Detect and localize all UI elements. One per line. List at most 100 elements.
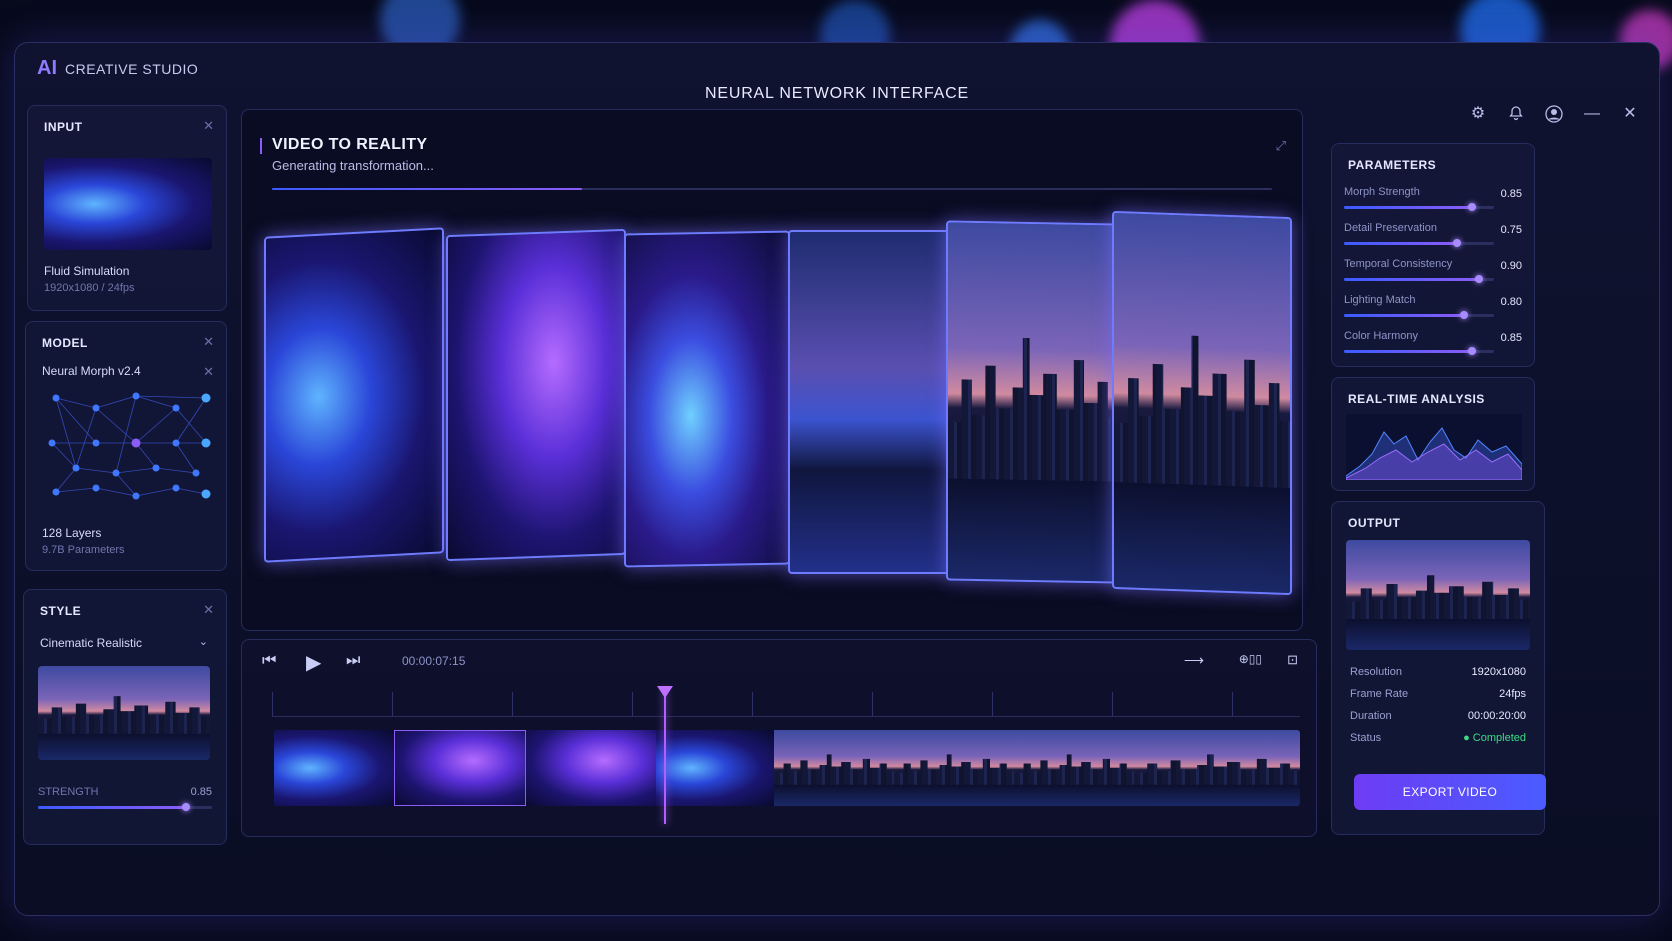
model-close-icon[interactable]: ✕ [203,334,214,350]
timeline-panel: ⏮ ▶ ⏭ 00:00:07:15 ⟶ ⊕▯▯ ⊡ [241,639,1317,837]
brand: AI CREATIVE STUDIO [37,57,198,80]
style-preview[interactable] [38,666,210,760]
param-label: Lighting Match [1344,294,1416,306]
parameters-header: PARAMETERS [1348,158,1437,172]
zoom-icon[interactable]: ⊕▯▯ [1239,652,1262,666]
analysis-header: REAL-TIME ANALYSIS [1348,392,1485,406]
slider-fill [1344,278,1479,281]
transformation-frame-6[interactable] [1112,210,1292,596]
strip-frame[interactable] [1014,730,1135,806]
output-header: OUTPUT [1348,516,1401,530]
strip-frame[interactable] [394,730,526,806]
play-icon[interactable]: ▶ [306,650,321,675]
preview-title: VIDEO TO REALITY [272,136,428,153]
param-color-harmony[interactable]: Color Harmony 0.85 [1344,330,1522,358]
style-close-icon[interactable]: ✕ [203,602,214,618]
arrow-right-icon[interactable]: ⟶ [1184,652,1204,669]
skip-forward-icon[interactable]: ⏭ [346,652,360,670]
filmstrip[interactable] [274,730,1300,806]
strip-frame[interactable] [274,730,395,806]
expand-icon[interactable]: ⤢ [1276,138,1286,154]
param-value: 0.85 [1500,188,1522,200]
model-name: Neural Morph v2.4 [42,364,141,378]
strip-frame[interactable] [774,730,895,806]
param-lighting-match[interactable]: Lighting Match 0.80 [1344,294,1522,322]
param-label: Color Harmony [1344,330,1418,342]
slider-knob[interactable] [1475,275,1483,283]
strength-slider[interactable] [38,803,212,811]
slider-knob[interactable] [1460,311,1468,319]
export-video-button[interactable]: EXPORT VIDEO [1354,774,1546,810]
slider-fill [1344,242,1457,245]
generation-progress [272,188,1272,190]
morph-strength-slider[interactable] [1344,203,1494,211]
color-harmony-slider[interactable] [1344,347,1494,355]
skip-back-icon[interactable]: ⏮ [262,652,276,670]
user-icon[interactable] [1545,105,1563,123]
model-panel: MODEL ✕ Neural Morph v2.4 ✕ 128 Layers 9… [25,321,227,571]
lighting-match-slider[interactable] [1344,311,1494,319]
model-remove-icon[interactable]: ✕ [203,364,214,380]
analysis-wave-graph [1346,414,1522,480]
slider-knob[interactable] [1452,239,1461,247]
timecode: 00:00:07:15 [402,654,466,668]
param-detail-preservation[interactable]: Detail Preservation 0.75 [1344,222,1522,250]
param-temporal-consistency[interactable]: Temporal Consistency 0.90 [1344,258,1522,286]
output-value: 00:00:20:00 [1467,710,1526,722]
transformation-frame-2[interactable] [446,228,626,562]
temporal-consistency-slider[interactable] [1344,275,1494,283]
param-morph-strength[interactable]: Morph Strength 0.85 [1344,186,1522,214]
output-value: 1920x1080 [1471,666,1526,678]
window-title: NEURAL NETWORK INTERFACE [705,85,969,102]
param-label: Temporal Consistency [1344,258,1453,270]
settings-icon[interactable]: ⚙ [1469,105,1487,123]
param-label: Morph Strength [1344,186,1420,198]
param-value: 0.90 [1500,260,1522,272]
slider-fill [1344,314,1464,317]
app-window: AI CREATIVE STUDIO NEURAL NETWORK INTERF… [14,42,1660,916]
output-preview[interactable] [1346,540,1530,650]
style-select[interactable]: Cinematic Realistic ⌄ [38,632,212,654]
timeline-ruler[interactable] [272,692,1300,717]
output-value: 24fps [1499,688,1526,700]
output-label: Frame Rate [1350,688,1409,700]
strip-frame[interactable] [894,730,1015,806]
input-close-icon[interactable]: ✕ [203,118,214,134]
input-panel: INPUT ✕ Fluid Simulation 1920x1080 / 24f… [27,105,227,311]
detail-preservation-slider[interactable] [1344,239,1494,247]
title-accent [260,138,262,154]
fullscreen-icon[interactable]: ⊡ [1287,652,1298,668]
strip-frame[interactable] [656,730,775,806]
chevron-down-icon: ⌄ [198,636,208,648]
transformation-frame-5[interactable] [946,220,1120,584]
minimize-icon[interactable]: — [1583,105,1601,123]
input-thumbnail[interactable] [44,158,212,250]
strip-frame[interactable] [1134,730,1300,806]
playhead-handle[interactable] [656,686,673,698]
slider-knob[interactable] [1467,347,1476,355]
style-panel: STYLE ✕ Cinematic Realistic ⌄ STRENGTH 0… [23,589,227,845]
strength-slider-knob[interactable] [181,803,190,811]
input-meta: 1920x1080 / 24fps [44,282,135,294]
strength-slider-fill [38,806,186,809]
window-controls: ⚙ — ✕ [1469,105,1639,123]
model-header: MODEL [42,336,88,350]
transformation-frame-4[interactable] [788,230,952,574]
transformation-frame-3[interactable] [624,230,790,568]
model-layers: 128 Layers [42,526,102,540]
slider-fill [1344,350,1472,353]
transformation-frame-1[interactable] [264,227,444,563]
close-icon[interactable]: ✕ [1621,105,1639,123]
model-params: 9.7B Parameters [42,544,125,556]
analysis-panel: REAL-TIME ANALYSIS [1331,377,1535,491]
playhead[interactable] [656,686,673,824]
parameters-panel: PARAMETERS Morph Strength 0.85 Detail Pr… [1331,143,1535,367]
slider-knob[interactable] [1467,203,1476,211]
network-graph-icon [48,392,211,500]
output-label: Duration [1350,710,1392,722]
strength-value: 0.85 [190,786,212,798]
bell-icon[interactable] [1507,105,1525,123]
style-select-value: Cinematic Realistic [40,636,143,650]
strip-frame[interactable] [526,730,657,806]
param-value: 0.85 [1500,332,1522,344]
